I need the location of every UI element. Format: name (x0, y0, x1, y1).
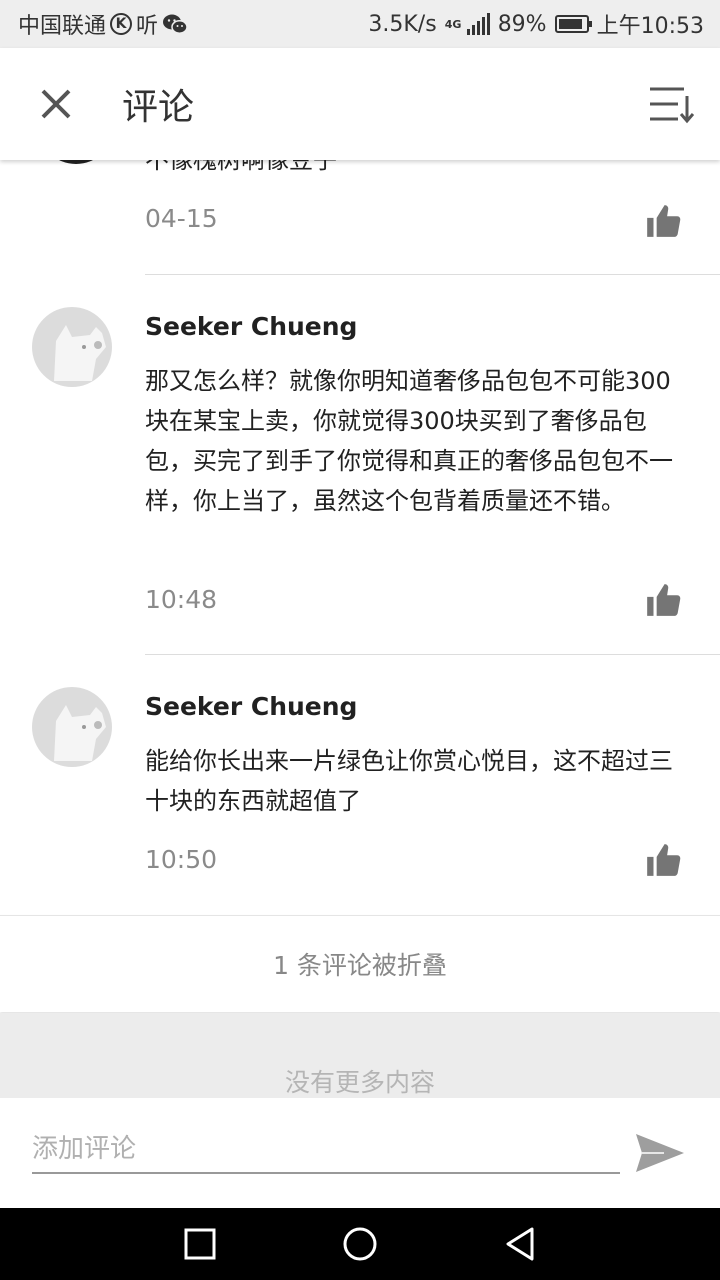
thumbs-up-icon[interactable] (644, 202, 682, 240)
send-icon[interactable] (634, 1132, 686, 1174)
comment-item: 不像槐树啊像豆子 04-15 (0, 160, 720, 274)
avatar[interactable] (32, 307, 112, 387)
no-more-label: 没有更多内容 (284, 1068, 435, 1097)
page-title: 评论 (122, 87, 195, 128)
sort-icon[interactable] (648, 84, 694, 124)
wechat-icon (163, 14, 188, 34)
status-left: 中国联通 K 听 (18, 0, 188, 48)
triangle-back-icon[interactable] (500, 1224, 540, 1264)
carrier-label: 中国联通 (18, 14, 107, 39)
listen-app-icon: 听 (136, 14, 159, 39)
comment-item: Seeker Chueng 那又怎么样？就像你明知道奢侈品包包不可能300块在某… (0, 275, 720, 654)
comment-text: 不像槐树啊像豆子 (145, 160, 337, 174)
avatar[interactable] (38, 160, 114, 164)
signal-icon (466, 13, 490, 35)
clock: 上午10:53 (596, 14, 704, 39)
square-icon[interactable] (180, 1224, 220, 1264)
status-right: 3.5K/s 4G 89% 上午10:53 (368, 0, 704, 48)
comment-input[interactable] (32, 1126, 620, 1174)
comment-text: 那又怎么样？就像你明知道奢侈品包包不可能300块在某宝上卖，你就觉得300块买到… (145, 367, 673, 515)
close-icon[interactable] (34, 82, 78, 126)
comment-time: 04-15 (145, 204, 218, 233)
thumbs-up-icon[interactable] (644, 581, 682, 619)
network-type: 4G (444, 17, 462, 31)
thumbs-up-icon[interactable] (644, 841, 682, 879)
circle-icon[interactable] (340, 1224, 380, 1264)
k-badge-icon: K (110, 13, 133, 35)
comment-author[interactable]: Seeker Chueng (145, 692, 357, 721)
avatar[interactable] (32, 687, 112, 767)
folded-comments-button[interactable]: 1 条评论被折叠 (0, 915, 720, 1012)
status-bar: 中国联通 K 听 3.5K/s 4G 89% 上午10:53 (0, 0, 720, 48)
comment-author[interactable]: Seeker Chueng (145, 312, 357, 341)
no-more-content: 没有更多内容 (0, 1013, 720, 1098)
comment-time: 10:50 (145, 845, 218, 874)
comment-item: Seeker Chueng 能给你长出来一片绿色让你赏心悦目，这不超过三十块的东… (0, 655, 720, 915)
app-bar: 评论 (0, 48, 720, 160)
comment-list[interactable]: 不像槐树啊像豆子 04-15 Seeker Chueng 那又怎么样？就像你明知… (0, 160, 720, 1012)
comment-input-bar (0, 1098, 720, 1208)
network-speed: 3.5K/s (368, 11, 437, 37)
system-nav-bar (0, 1208, 720, 1280)
comment-text: 能给你长出来一片绿色让你赏心悦目，这不超过三十块的东西就超值了 (145, 747, 673, 815)
battery-percent: 89% (497, 11, 547, 37)
comment-time: 10:48 (145, 585, 218, 614)
battery-icon (554, 15, 592, 33)
